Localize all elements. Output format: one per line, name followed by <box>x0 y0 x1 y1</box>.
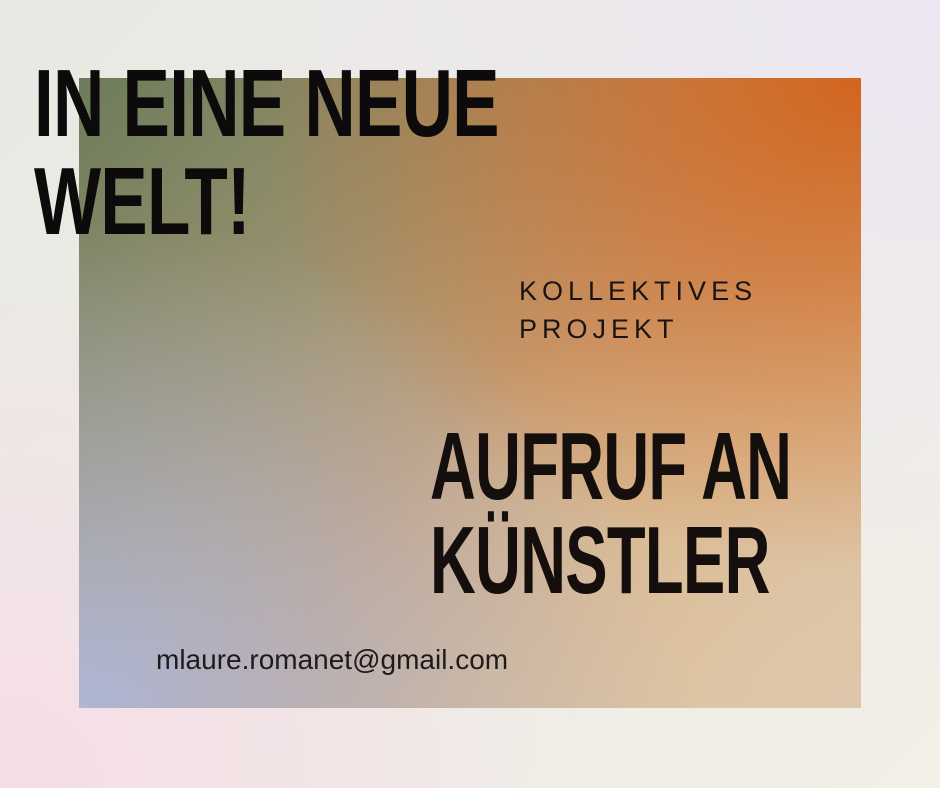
headline-line-2: WELT! <box>34 148 251 255</box>
call-to-action-line-1: AUFRUF AN <box>430 413 792 520</box>
headline: IN EINE NEUE WELT! <box>34 50 500 255</box>
call-to-action-line-2: KÜNSTLER <box>430 507 770 614</box>
subtitle-line-2: PROJEKT <box>519 314 679 344</box>
call-to-action: AUFRUF AN KÜNSTLER <box>430 413 792 614</box>
headline-line-1: IN EINE NEUE <box>34 50 500 157</box>
subtitle-line-1: KOLLEKTIVES <box>519 276 758 306</box>
subtitle: KOLLEKTIVES PROJEKT <box>519 272 757 348</box>
contact-email: mlaure.romanet@gmail.com <box>156 644 509 675</box>
